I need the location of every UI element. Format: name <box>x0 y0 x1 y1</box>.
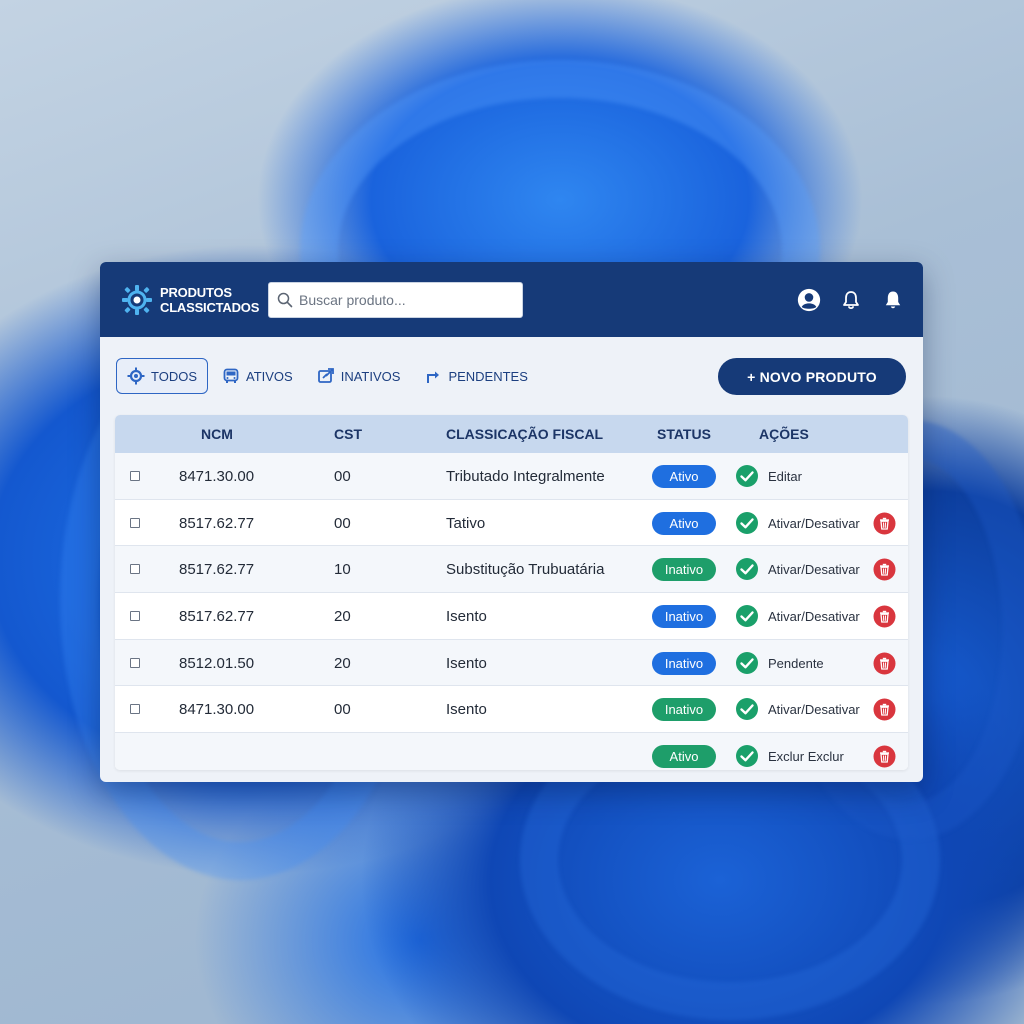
row-classificacao: Isento <box>446 608 487 626</box>
app-header: PRODUTOS CLASSICTADOS <box>100 262 923 337</box>
search-box[interactable] <box>268 281 523 318</box>
filter-todos[interactable]: TODOS <box>116 358 208 394</box>
row-ncm: 8517.62.77 <box>179 561 255 579</box>
filter-ativos[interactable]: ATIVOS <box>212 358 303 394</box>
status-badge: Inativo <box>652 558 716 582</box>
check-circle-icon[interactable] <box>735 651 759 675</box>
app-logo: PRODUTOS CLASSICTADOS <box>120 283 268 317</box>
table-row: 8517.62.77 00 Tativo Ativo Ativar/Desati… <box>115 500 908 547</box>
row-action-label[interactable]: Editar <box>768 469 802 484</box>
row-classificacao: Isento <box>446 654 487 672</box>
status-badge: Ativo <box>652 745 716 769</box>
row-action-label[interactable]: Exclur Exclur <box>768 749 844 764</box>
product-window: PRODUTOS CLASSICTADOS Buscar produto... … <box>100 262 923 782</box>
trash-icon[interactable] <box>873 558 896 581</box>
table-row: 8512.01.50 20 Isento Inativo Pendente <box>115 639 908 687</box>
row-ncm: 8512.01.50 <box>179 654 255 672</box>
row-ncm: 8517.62.77 <box>179 514 255 532</box>
app-title-line1: PRODUTOS <box>160 284 232 300</box>
row-action-label[interactable]: Pendente <box>768 656 824 671</box>
filter-toolbar: TODOS ATIVOS INATIVOS PENDENTES + NOVO P… <box>100 337 923 415</box>
row-action-label[interactable]: Ativar/Desativar <box>768 562 860 577</box>
row-cst: 00 <box>334 468 351 485</box>
filter-ativos-label: ATIVOS <box>246 368 293 384</box>
app-title-line2: CLASSICTADOS <box>160 299 260 315</box>
status-badge: Inativo <box>652 698 716 722</box>
column-acoes: AÇÕES <box>759 426 809 442</box>
column-cst[interactable]: CST <box>334 426 362 442</box>
row-classificacao: Tativo <box>446 514 486 532</box>
check-circle-icon[interactable] <box>735 511 759 535</box>
check-circle-icon[interactable] <box>735 697 759 721</box>
row-ncm: 8471.30.00 <box>179 701 255 719</box>
row-checkbox[interactable] <box>130 657 140 668</box>
column-ncm[interactable]: NCM <box>201 426 233 442</box>
row-cst: 10 <box>334 561 351 579</box>
new-product-button[interactable]: + NOVO PRODUTO <box>718 358 906 395</box>
filter-inativos-label: INATIVOS <box>340 368 401 384</box>
check-circle-icon[interactable] <box>735 464 759 488</box>
trash-icon[interactable] <box>873 698 896 721</box>
user-account-icon[interactable] <box>797 288 821 312</box>
status-badge: Inativo <box>652 605 716 629</box>
table-row: 8471.30.00 00 Isento Inativo Ativar/Desa… <box>115 686 908 734</box>
share-arrow-icon <box>427 371 440 383</box>
trash-icon[interactable] <box>873 745 896 768</box>
row-cst: 20 <box>334 654 351 672</box>
row-classificacao: Isento <box>446 701 487 719</box>
trash-icon[interactable] <box>873 512 896 535</box>
table-header: NCM CST CLASSICAÇÃO FISCAL STATUS AÇÕES <box>115 415 908 453</box>
filter-pendentes-label: PENDENTES <box>448 368 528 384</box>
row-checkbox[interactable] <box>130 471 140 481</box>
header-actions <box>797 262 905 337</box>
status-badge: Inativo <box>652 651 716 675</box>
table-row: 8517.62.77 10 Substitução Trubuatária In… <box>115 546 908 594</box>
row-checkbox[interactable] <box>130 611 140 622</box>
row-checkbox[interactable] <box>130 704 140 715</box>
column-classificacao[interactable]: CLASSICAÇÃO FISCAL <box>446 426 603 442</box>
trash-icon[interactable] <box>873 652 896 675</box>
row-ncm: 8517.62.77 <box>179 608 255 626</box>
gear-logo-icon <box>122 284 152 315</box>
row-action-label[interactable]: Ativar/Desativar <box>768 702 860 717</box>
table-row: 8517.62.77 20 Isento Inativo Ativar/Desa… <box>115 593 908 640</box>
table-body: 8471.30.00 00 Tributado Integralmente At… <box>115 453 908 770</box>
filter-pendentes[interactable]: PENDENTES <box>414 358 537 394</box>
row-classificacao: Tributado Integralmente <box>446 468 605 485</box>
row-cst: 00 <box>334 701 351 719</box>
filter-todos-label: TODOS <box>151 368 197 384</box>
column-status[interactable]: STATUS <box>657 426 711 442</box>
row-ncm: 8471.30.00 <box>179 468 255 485</box>
filter-inativos[interactable]: INATIVOS <box>307 358 411 394</box>
gear-icon <box>127 367 145 385</box>
row-action-label[interactable]: Ativar/Desativar <box>768 516 860 531</box>
table-row: 8471.30.00 00 Tributado Integralmente At… <box>115 453 908 500</box>
products-table: NCM CST CLASSICAÇÃO FISCAL STATUS AÇÕES … <box>115 415 908 770</box>
status-badge: Ativo <box>652 511 716 535</box>
export-icon <box>317 368 334 383</box>
row-classificacao: Substitução Trubuatária <box>446 561 605 579</box>
row-checkbox[interactable] <box>130 517 140 528</box>
check-circle-icon[interactable] <box>735 744 759 768</box>
search-icon <box>277 292 293 307</box>
check-circle-icon[interactable] <box>735 557 759 581</box>
status-badge: Ativo <box>652 465 716 488</box>
bell-filled-icon[interactable] <box>881 288 905 312</box>
table-row: Ativo Exclur Exclur <box>115 733 908 770</box>
row-action-label[interactable]: Ativar/Desativar <box>768 609 860 624</box>
app-title: PRODUTOS CLASSICTADOS <box>160 285 259 315</box>
row-checkbox[interactable] <box>130 564 140 575</box>
check-circle-icon[interactable] <box>735 604 759 628</box>
row-cst: 20 <box>334 608 351 626</box>
bus-icon <box>223 368 239 383</box>
row-cst: 00 <box>334 514 351 532</box>
search-input[interactable] <box>299 291 509 308</box>
bell-outline-icon[interactable] <box>839 288 863 312</box>
trash-icon[interactable] <box>873 605 896 628</box>
